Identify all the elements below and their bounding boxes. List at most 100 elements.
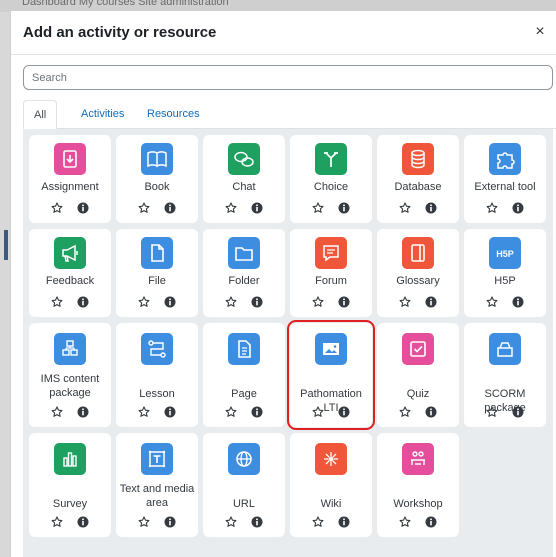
star-icon[interactable] xyxy=(312,202,324,214)
page-icon xyxy=(228,333,260,365)
info-icon[interactable] xyxy=(164,406,176,418)
star-icon[interactable] xyxy=(312,296,324,308)
activity-label: Workshop xyxy=(393,498,443,510)
activity-card-survey[interactable]: Survey xyxy=(29,433,111,537)
lesson-icon xyxy=(141,333,173,365)
activity-label: External tool xyxy=(474,181,536,193)
scorm-icon xyxy=(489,333,521,365)
activity-card-scorm-package[interactable]: SCORM package xyxy=(464,323,546,427)
star-icon[interactable] xyxy=(51,516,63,528)
info-icon[interactable] xyxy=(251,406,263,418)
activity-label: Page xyxy=(231,388,257,400)
info-icon[interactable] xyxy=(164,202,176,214)
activity-card-external-tool[interactable]: External tool xyxy=(464,135,546,223)
info-icon[interactable] xyxy=(338,406,350,418)
activity-label: Glossary xyxy=(396,275,440,287)
info-icon[interactable] xyxy=(251,516,263,528)
info-icon[interactable] xyxy=(425,406,437,418)
activity-grid: Assignment Book Chat Choice Database External… xyxy=(23,129,553,557)
star-icon[interactable] xyxy=(51,202,63,214)
activity-card-quiz[interactable]: Quiz xyxy=(377,323,459,427)
activity-card-database[interactable]: Database xyxy=(377,135,459,223)
star-icon[interactable] xyxy=(51,296,63,308)
tab-all[interactable]: All xyxy=(23,100,58,129)
info-icon[interactable] xyxy=(512,296,524,308)
background-page-edge xyxy=(0,12,10,557)
activity-label: Choice xyxy=(313,181,349,193)
info-icon[interactable] xyxy=(77,406,89,418)
activity-label: Chat xyxy=(232,181,256,193)
activity-card-choice[interactable]: Choice xyxy=(290,135,372,223)
star-icon[interactable] xyxy=(51,406,63,418)
star-icon[interactable] xyxy=(312,406,324,418)
activity-card-pathomation-lti[interactable]: Pathomation LTI xyxy=(287,320,375,430)
star-icon[interactable] xyxy=(225,296,237,308)
star-icon[interactable] xyxy=(486,202,498,214)
book-icon xyxy=(141,143,173,175)
background-mark xyxy=(4,230,8,260)
activity-card-workshop[interactable]: Workshop xyxy=(377,433,459,537)
info-icon[interactable] xyxy=(251,296,263,308)
activity-card-page[interactable]: Page xyxy=(203,323,285,427)
assignment-icon xyxy=(54,143,86,175)
star-icon[interactable] xyxy=(486,406,498,418)
info-icon[interactable] xyxy=(77,296,89,308)
info-icon[interactable] xyxy=(512,406,524,418)
activity-card-text-and-media-area[interactable]: Text and media area xyxy=(116,433,198,537)
info-icon[interactable] xyxy=(77,202,89,214)
file-icon xyxy=(141,237,173,269)
megaphone-icon xyxy=(54,237,86,269)
activity-label: Quiz xyxy=(406,388,430,400)
activity-card-lesson[interactable]: Lesson xyxy=(116,323,198,427)
info-icon[interactable] xyxy=(425,202,437,214)
info-icon[interactable] xyxy=(338,516,350,528)
info-icon[interactable] xyxy=(425,296,437,308)
activity-card-folder[interactable]: Folder xyxy=(203,229,285,317)
star-icon[interactable] xyxy=(399,296,411,308)
search-input[interactable] xyxy=(23,65,553,90)
background-nav-text: Dashboard My courses Site administration xyxy=(22,0,229,8)
activity-card-ims-content-package[interactable]: IMS content package xyxy=(29,323,111,427)
info-icon[interactable] xyxy=(338,296,350,308)
star-icon[interactable] xyxy=(225,516,237,528)
activity-label: Folder xyxy=(228,275,260,287)
star-icon[interactable] xyxy=(399,202,411,214)
activity-label: Feedback xyxy=(45,275,95,287)
activity-card-assignment[interactable]: Assignment xyxy=(29,135,111,223)
activity-card-file[interactable]: File xyxy=(116,229,198,317)
star-icon[interactable] xyxy=(312,516,324,528)
info-icon[interactable] xyxy=(512,202,524,214)
activity-card-h5p[interactable]: H5P H5P xyxy=(464,229,546,317)
activity-card-forum[interactable]: Forum xyxy=(290,229,372,317)
activity-card-feedback[interactable]: Feedback xyxy=(29,229,111,317)
activity-card-wiki[interactable]: Wiki xyxy=(290,433,372,537)
info-icon[interactable] xyxy=(338,202,350,214)
activity-label: Forum xyxy=(315,275,347,287)
star-icon[interactable] xyxy=(486,296,498,308)
info-icon[interactable] xyxy=(251,202,263,214)
svg-text:H5P: H5P xyxy=(496,249,514,259)
star-icon[interactable] xyxy=(138,202,150,214)
activity-label: Database xyxy=(394,181,442,193)
info-icon[interactable] xyxy=(425,516,437,528)
tab-activities[interactable]: Activities xyxy=(71,100,134,129)
close-button[interactable]: × xyxy=(532,23,548,41)
activity-card-book[interactable]: Book xyxy=(116,135,198,223)
activity-label: Assignment xyxy=(41,181,99,193)
star-icon[interactable] xyxy=(399,406,411,418)
activity-card-url[interactable]: URL xyxy=(203,433,285,537)
tab-resources[interactable]: Resources xyxy=(137,100,210,129)
star-icon[interactable] xyxy=(225,406,237,418)
activity-card-chat[interactable]: Chat xyxy=(203,135,285,223)
star-icon[interactable] xyxy=(138,516,150,528)
info-icon[interactable] xyxy=(77,516,89,528)
star-icon[interactable] xyxy=(138,406,150,418)
package-icon xyxy=(54,333,86,365)
activity-label: Book xyxy=(144,181,170,193)
info-icon[interactable] xyxy=(164,516,176,528)
activity-card-glossary[interactable]: Glossary xyxy=(377,229,459,317)
star-icon[interactable] xyxy=(225,202,237,214)
info-icon[interactable] xyxy=(164,296,176,308)
star-icon[interactable] xyxy=(138,296,150,308)
star-icon[interactable] xyxy=(399,516,411,528)
